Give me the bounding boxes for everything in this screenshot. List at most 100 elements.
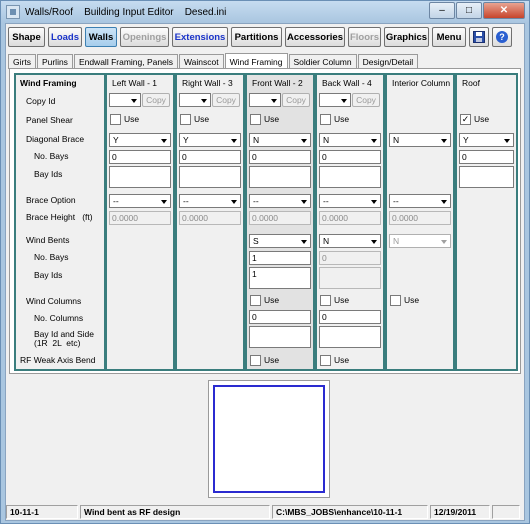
back-no-columns-input[interactable]: 0 xyxy=(319,310,381,324)
back-panel-shear-checkbox[interactable] xyxy=(320,114,331,125)
interior-diagonal-brace-select[interactable]: N xyxy=(389,133,451,147)
tab-soldier-column[interactable]: Soldier Column xyxy=(288,54,357,69)
back-brace-height-input[interactable]: 0.0000 xyxy=(319,211,381,225)
front-no-columns-input[interactable]: 0 xyxy=(249,310,311,324)
left-copy-id-select[interactable] xyxy=(109,93,141,107)
extensions-button[interactable]: Extensions xyxy=(172,27,228,47)
left-bay-ids-input[interactable] xyxy=(109,166,171,188)
front-wind-bents-select[interactable]: S xyxy=(249,234,311,248)
interior-column-header: Interior Column xyxy=(392,78,451,88)
status-job: 10-11-1 xyxy=(6,505,78,519)
client-area: Shape Loads Walls Openings Extensions Pa… xyxy=(5,23,525,521)
back-copy-button[interactable]: Copy xyxy=(352,93,380,107)
front-panel-shear-checkbox[interactable] xyxy=(250,114,261,125)
front-copy-id-select[interactable] xyxy=(249,93,281,107)
front-copy-button[interactable]: Copy xyxy=(282,93,310,107)
roof-diagonal-brace-select[interactable]: Y xyxy=(459,133,514,147)
left-diagonal-brace-select[interactable]: Y xyxy=(109,133,171,147)
back-wind-columns-checkbox[interactable] xyxy=(320,295,331,306)
maximize-button[interactable]: □ xyxy=(456,2,482,19)
back-wind-bents-bay-ids-input[interactable] xyxy=(319,267,381,289)
front-brace-height-input[interactable]: 0.0000 xyxy=(249,211,311,225)
shape-button[interactable]: Shape xyxy=(8,27,45,47)
back-diagonal-brace-select[interactable]: N xyxy=(319,133,381,147)
tab-purlins[interactable]: Purlins xyxy=(36,54,73,69)
no-columns-label: No. Columns xyxy=(34,313,84,323)
back-no-bays-input[interactable]: 0 xyxy=(319,150,381,164)
right-bay-ids-input[interactable] xyxy=(179,166,241,188)
partitions-button[interactable]: Partitions xyxy=(231,27,282,47)
right-no-bays-input[interactable]: 0 xyxy=(179,150,241,164)
back-bay-ids-input[interactable] xyxy=(319,166,381,188)
save-button[interactable] xyxy=(469,27,489,47)
left-copy-button[interactable]: Copy xyxy=(142,93,170,107)
rf-weak-axis-label: RF Weak Axis Bend xyxy=(20,355,96,365)
front-brace-option-select[interactable]: -- xyxy=(249,194,311,208)
front-wind-columns-checkbox[interactable] xyxy=(250,295,261,306)
back-rf-weak-checkbox[interactable] xyxy=(320,355,331,366)
left-brace-height-input[interactable]: 0.0000 xyxy=(109,211,171,225)
graphics-button[interactable]: Graphics xyxy=(384,27,429,47)
back-rf-weak-use-label: Use xyxy=(334,355,350,365)
tab-wind-framing[interactable]: Wind Framing xyxy=(224,53,288,69)
right-diagonal-brace-select[interactable]: Y xyxy=(179,133,241,147)
menu-button[interactable]: Menu xyxy=(432,27,466,47)
right-copy-button[interactable]: Copy xyxy=(212,93,240,107)
right-brace-height-input[interactable]: 0.0000 xyxy=(179,211,241,225)
minimize-button[interactable]: – xyxy=(429,2,455,19)
interior-wind-columns-checkbox[interactable] xyxy=(390,295,401,306)
roof-header: Roof xyxy=(462,78,480,88)
front-rf-weak-checkbox[interactable] xyxy=(250,355,261,366)
close-button[interactable]: ✕ xyxy=(483,2,525,19)
back-brace-option-select[interactable]: -- xyxy=(319,194,381,208)
floors-button[interactable]: Floors xyxy=(348,27,381,47)
wind-framing-panel: Wind Framing Copy Id Panel Shear Diagona… xyxy=(9,68,521,374)
walls-button[interactable]: Walls xyxy=(85,27,117,47)
status-date: 12/19/2011 xyxy=(430,505,490,519)
accessories-button[interactable]: Accessories xyxy=(285,27,345,47)
window-title: Walls/Roof Building Input Editor Desed.i… xyxy=(25,6,227,18)
back-wind-bents-no-bays-input[interactable]: 0 xyxy=(319,251,381,265)
roof-bay-ids-input[interactable] xyxy=(459,166,514,188)
front-bay-ids-input[interactable] xyxy=(249,166,311,188)
tab-girts[interactable]: Girts xyxy=(8,54,36,69)
left-wall-header: Left Wall - 1 xyxy=(112,78,158,88)
right-wall-header: Right Wall - 3 xyxy=(182,78,233,88)
front-no-bays-input[interactable]: 0 xyxy=(249,150,311,164)
help-button[interactable]: ? xyxy=(492,27,512,47)
help-icon: ? xyxy=(496,31,508,43)
interior-brace-height-input[interactable]: 0.0000 xyxy=(389,211,451,225)
roof-panel-shear-checkbox[interactable]: ✓ xyxy=(460,114,471,125)
front-wind-bents-no-bays-input[interactable]: 1 xyxy=(249,251,311,265)
no-bays-label: No. Bays xyxy=(34,151,69,161)
left-brace-option-select[interactable]: -- xyxy=(109,194,171,208)
left-panel-shear-use-label: Use xyxy=(124,114,140,124)
right-brace-option-select[interactable]: -- xyxy=(179,194,241,208)
status-extra xyxy=(492,505,520,519)
main-window: Walls/Roof Building Input Editor Desed.i… xyxy=(0,0,530,524)
interior-brace-option-select[interactable]: -- xyxy=(389,194,451,208)
bay-id-side-hint: (1R 2L etc) xyxy=(34,338,81,348)
wind-columns-label: Wind Columns xyxy=(26,296,82,306)
title-bar: Walls/Roof Building Input Editor Desed.i… xyxy=(1,1,529,23)
front-wind-bents-bay-ids-input[interactable]: 1 xyxy=(249,267,311,289)
back-wind-bents-select[interactable]: N xyxy=(319,234,381,248)
interior-wind-columns-use-label: Use xyxy=(404,295,420,305)
left-no-bays-input[interactable]: 0 xyxy=(109,150,171,164)
interior-wind-bents-select[interactable]: N xyxy=(389,234,451,248)
back-bay-id-side-input[interactable] xyxy=(319,326,381,348)
wind-bents-bay-ids-label: Bay Ids xyxy=(34,270,63,280)
loads-button[interactable]: Loads xyxy=(48,27,82,47)
wall-outline xyxy=(213,385,325,493)
left-panel-shear-checkbox[interactable] xyxy=(110,114,121,125)
tab-endwall-framing[interactable]: Endwall Framing, Panels xyxy=(73,54,178,69)
roof-no-bays-input[interactable]: 0 xyxy=(459,150,514,164)
right-copy-id-select[interactable] xyxy=(179,93,211,107)
openings-button[interactable]: Openings xyxy=(120,27,169,47)
tab-design-detail[interactable]: Design/Detail xyxy=(357,54,419,69)
back-copy-id-select[interactable] xyxy=(319,93,351,107)
right-panel-shear-checkbox[interactable] xyxy=(180,114,191,125)
front-diagonal-brace-select[interactable]: N xyxy=(249,133,311,147)
tab-wainscot[interactable]: Wainscot xyxy=(178,54,224,69)
front-bay-id-side-input[interactable] xyxy=(249,326,311,348)
